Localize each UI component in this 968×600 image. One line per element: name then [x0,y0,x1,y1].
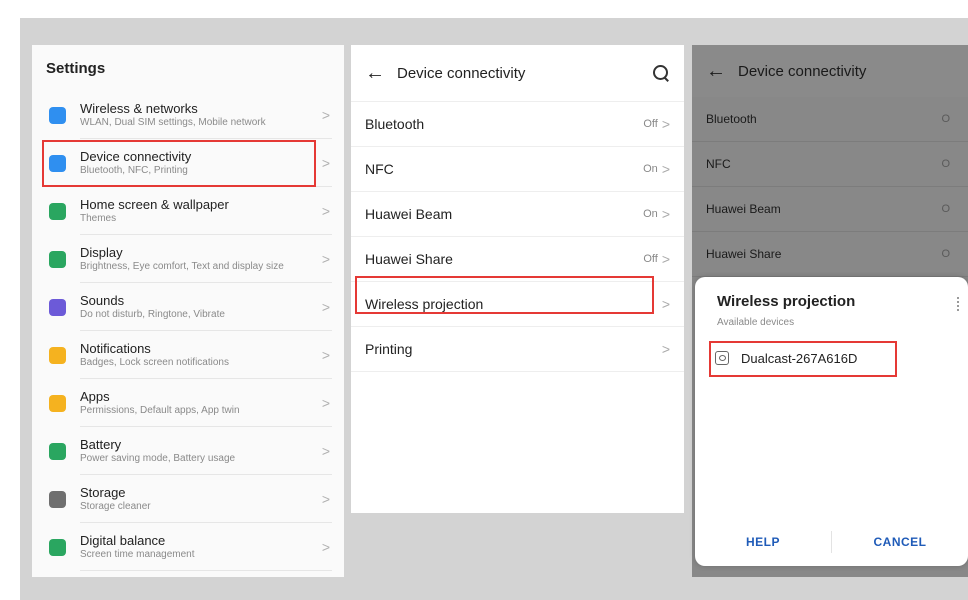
item-label: Bluetooth [365,116,425,132]
dialog-subtitle: Available devices [717,317,795,328]
settings-item-subtitle: Do not disturb, Ringtone, Vibrate [80,308,225,320]
connectivity-item[interactable]: Bluetooth O [692,97,968,142]
chevron-right-icon: > [321,251,331,267]
cancel-button[interactable]: CANCEL [874,535,927,549]
highlight-wireless-projection [355,276,654,314]
chevron-right-icon: > [321,347,331,363]
settings-item[interactable]: Home screen & wallpaper Themes > [32,187,344,235]
chevron-right-icon: > [321,443,331,459]
highlight-device-connectivity [42,140,316,187]
chevron-right-icon: > [321,491,331,507]
settings-item-subtitle: Screen time management [80,548,195,560]
connectivity-list: Bluetooth Off > NFC On > Huawei Beam On > Huawei … [351,102,684,372]
wifi-icon [49,106,66,124]
connectivity-item[interactable]: Huawei Share O [692,232,968,277]
wallpaper-icon [49,202,66,220]
connectivity-item[interactable]: NFC O [692,142,968,187]
item-status: O [941,203,950,215]
display-icon [49,250,66,268]
item-status: On [643,163,658,175]
chevron-right-icon: > [321,539,331,555]
settings-item[interactable]: Storage Storage cleaner > [32,475,344,523]
settings-screen: Settings Wireless & networks WLAN, Dual S… [32,45,344,577]
settings-item[interactable]: Display Brightness, Eye comfort, Text and… [32,235,344,283]
chevron-right-icon: > [321,395,331,411]
settings-item-title: Wireless & networks [80,101,198,117]
battery-icon [49,442,66,460]
back-arrow-icon: ← [706,59,726,82]
connectivity-item[interactable]: Huawei Beam O [692,187,968,232]
dialog-buttons: HELP CANCEL [695,529,968,555]
chevron-right-icon: > [661,161,670,177]
settings-item-subtitle: WLAN, Dual SIM settings, Mobile network [80,116,266,128]
back-arrow-icon[interactable]: ← [365,62,385,85]
item-label: Huawei Share [365,251,453,267]
item-status: O [941,158,950,170]
storage-icon [49,490,66,508]
settings-item-title: Storage [80,485,126,501]
chevron-right-icon: > [661,296,670,312]
settings-item-title: Digital balance [80,533,166,549]
settings-item-title: Display [80,245,123,261]
search-icon[interactable] [652,64,670,82]
item-label: NFC [365,161,394,177]
chevron-right-icon: > [321,299,331,315]
connectivity-item[interactable]: NFC On > [351,147,684,192]
connectivity-item[interactable]: Printing > [351,327,684,372]
settings-item-title: Sounds [80,293,125,309]
header: ← Device connectivity [692,45,968,97]
item-label: Huawei Beam [706,202,781,216]
item-label: Printing [365,341,413,357]
page-title: Device connectivity [397,64,526,82]
item-status: Off [643,118,658,130]
highlight-device [709,341,897,377]
bell-icon [49,346,66,364]
divider [80,570,332,571]
settings-item-subtitle: Power saving mode, Battery usage [80,452,236,464]
chevron-right-icon: > [321,203,331,219]
settings-item-subtitle: Badges, Lock screen notifications [80,356,229,368]
connectivity-list: Bluetooth O NFC O Huawei Beam O Huawei Share O [692,97,968,277]
loading-spinner-icon [957,297,968,311]
dialog-title: Wireless projection [717,293,856,310]
hourglass-icon [49,538,66,556]
settings-item-title: Home screen & wallpaper [80,197,229,213]
settings-item[interactable]: Battery Power saving mode, Battery usage > [32,427,344,475]
header: ← Device connectivity [351,45,684,102]
item-label: Bluetooth [706,112,757,126]
settings-item[interactable]: Notifications Badges, Lock screen notific… [32,331,344,379]
wireless-projection-dialog: Wireless projection Available devices Du… [695,277,968,566]
settings-item-subtitle: Brightness, Eye comfort, Text and displa… [80,260,284,272]
item-status: O [941,248,950,260]
sound-icon [49,298,66,316]
chevron-right-icon: > [661,251,670,267]
help-button[interactable]: HELP [746,535,780,549]
settings-item-subtitle: Themes [80,212,117,224]
chevron-right-icon: > [321,107,331,123]
item-status: O [941,113,950,125]
item-status: On [643,208,658,220]
settings-item[interactable]: Digital balance Screen time management > [32,523,344,571]
settings-item-subtitle: Storage cleaner [80,500,151,512]
chevron-right-icon: > [661,341,670,357]
chevron-right-icon: > [661,206,670,222]
item-label: NFC [706,157,731,171]
item-label: Huawei Beam [365,206,453,222]
settings-item[interactable]: Wireless & networks WLAN, Dual SIM settin… [32,91,344,139]
chevron-right-icon: > [661,116,670,132]
settings-item-title: Notifications [80,341,151,357]
settings-title: Settings [46,59,106,77]
settings-item-subtitle: Permissions, Default apps, App twin [80,404,240,416]
apps-icon [49,394,66,412]
settings-item[interactable]: Sounds Do not disturb, Ringtone, Vibrate > [32,283,344,331]
chevron-right-icon: > [321,155,331,171]
settings-item-title: Apps [80,389,110,405]
connectivity-item[interactable]: Huawei Beam On > [351,192,684,237]
settings-item-title: Battery [80,437,122,453]
page-title: Device connectivity [738,62,867,80]
settings-item[interactable]: Apps Permissions, Default apps, App twin > [32,379,344,427]
connectivity-item[interactable]: Bluetooth Off > [351,102,684,147]
item-label: Huawei Share [706,247,782,261]
item-status: Off [643,253,658,265]
